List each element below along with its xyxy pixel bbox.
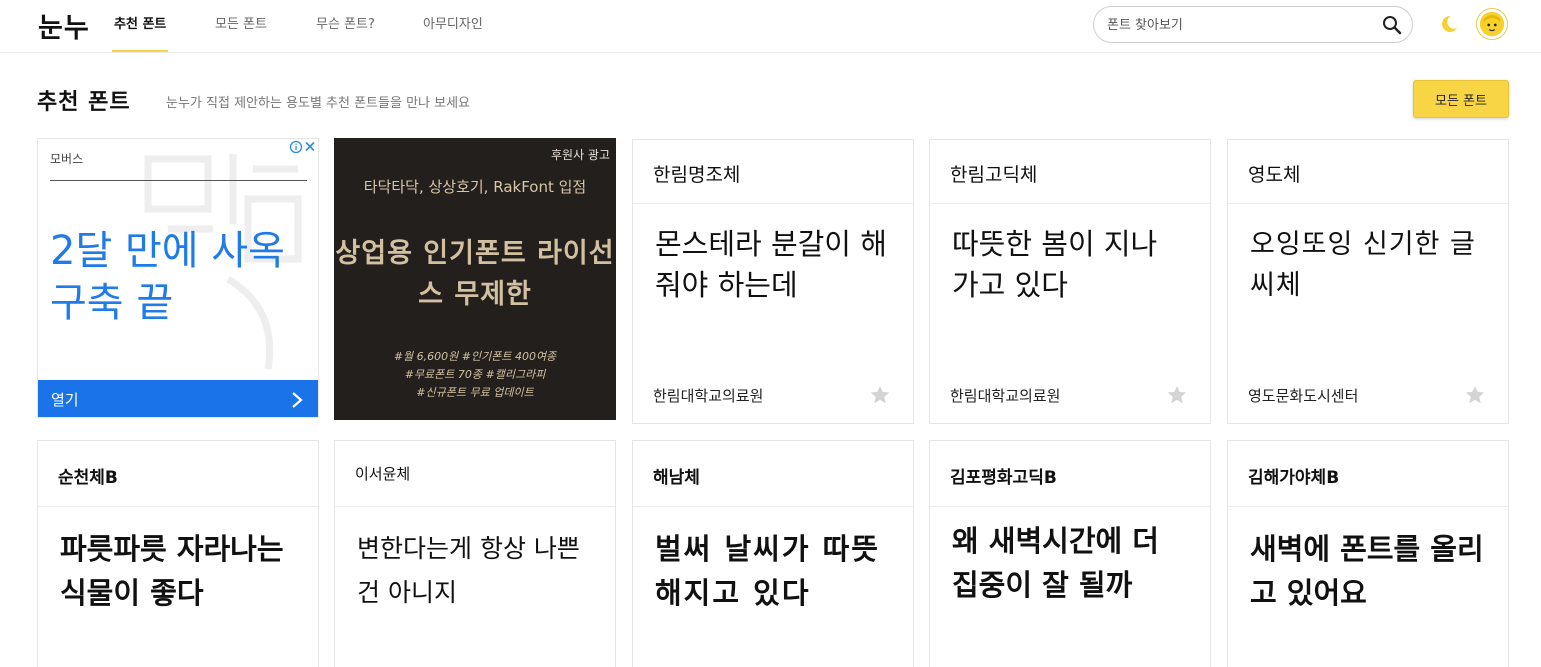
- google-ad-card[interactable]: 모버스 2달 만에 사옥 구축 끝 열기: [37, 138, 319, 418]
- sponsor-ad-tag-line: #신규폰트 무료 업데이트: [416, 386, 534, 399]
- sponsor-ad-headline: 상업용 인기폰트 라이선스 무제한: [335, 238, 615, 310]
- font-card-name[interactable]: 김해가야체B: [1248, 463, 1339, 488]
- font-card-sample: 파릇파릇 자라나는 식물이 좋다: [60, 532, 284, 610]
- star-icon[interactable]: [1166, 384, 1188, 406]
- ad-advertiser-label: 모버스: [50, 152, 84, 166]
- font-card-sample: 벌써 날씨가 따뜻해지고 있다: [655, 532, 880, 610]
- ad-open-label: 열기: [51, 391, 79, 409]
- ad-info-close-icon[interactable]: [288, 139, 318, 155]
- search-input[interactable]: [1107, 15, 1367, 35]
- font-card-name[interactable]: 영도체: [1248, 160, 1300, 187]
- font-card-hallym-myeongjo[interactable]: 한림명조체 몬스테라 분갈이 해줘야 하는데 한림대학교의료원: [632, 139, 914, 424]
- font-card-name[interactable]: 해남체: [653, 463, 700, 488]
- font-card-maker[interactable]: 한림대학교의료원: [950, 385, 1060, 406]
- font-card-maker[interactable]: 한림대학교의료원: [653, 385, 763, 406]
- ad-divider: [50, 180, 307, 181]
- moon-icon[interactable]: [1438, 13, 1460, 35]
- font-card-hallym-gothic[interactable]: 한림고딕체 따뜻한 봄이 지나 가고 있다 한림대학교의료원: [929, 139, 1211, 424]
- font-card-gimhae-gaya[interactable]: 김해가야체B 새벽에 폰트를 올리고 있어요: [1227, 440, 1509, 667]
- font-card-suncheon[interactable]: 순천체B 파릇파릇 자라나는 식물이 좋다: [37, 440, 319, 667]
- sponsor-ad-tags: #월 6,600원 #인기폰트 400여종 #무료폰트 70종 #캘리그라피 #…: [334, 348, 616, 402]
- avatar[interactable]: [1476, 8, 1508, 40]
- top-navigation-bar: 눈누 추천 폰트 모든 폰트 무슨 폰트? 아무디자인: [0, 0, 1541, 53]
- font-card-sample: 새벽에 폰트를 올리고 있어요: [1250, 532, 1484, 610]
- sponsor-ad-tagline: 타닥타닥, 상상호기, RakFont 입점: [363, 178, 587, 196]
- star-icon[interactable]: [869, 384, 891, 406]
- font-card-yeongdo[interactable]: 영도체 오잉또잉 신기한 글씨체 영도문화도시센터: [1227, 139, 1509, 424]
- section-subtitle: 눈누가 직접 제안하는 용도별 추천 폰트들을 만나 보세요: [166, 96, 471, 111]
- font-card-divider: [633, 506, 913, 507]
- section-title: 추천 폰트: [37, 90, 131, 115]
- font-card-name[interactable]: 한림고딕체: [950, 160, 1037, 187]
- sponsor-ad-tag-line: #월 6,600원 #인기폰트 400여종: [393, 350, 557, 363]
- font-card-sample: 몬스테라 분갈이 해줘야 하는데: [655, 227, 887, 302]
- logo[interactable]: 눈누: [38, 6, 90, 45]
- font-card-divider: [1228, 203, 1508, 204]
- font-card-name[interactable]: 김포평화고딕B: [950, 463, 1057, 488]
- all-fonts-button[interactable]: 모든 폰트: [1413, 80, 1509, 118]
- font-card-name[interactable]: 한림명조체: [653, 160, 740, 187]
- font-card-sample: 왜 새벽시간에 더 집중이 잘 될까: [952, 524, 1159, 602]
- sponsor-ad-card[interactable]: 후원사 광고 타닥타닥, 상상호기, RakFont 입점 상업용 인기폰트 라…: [334, 138, 616, 420]
- font-card-sample: 따뜻한 봄이 지나 가고 있다: [952, 227, 1158, 302]
- font-card-maker[interactable]: 영도문화도시센터: [1248, 385, 1358, 406]
- font-card-sample: 오잉또잉 신기한 글씨체: [1250, 229, 1476, 301]
- font-card-divider: [335, 506, 615, 507]
- font-card-name[interactable]: 순천체B: [58, 463, 118, 488]
- font-card-divider: [930, 506, 1210, 507]
- nav-all-fonts[interactable]: 모든 폰트: [215, 0, 267, 52]
- ad-open-button[interactable]: 열기: [38, 380, 318, 417]
- ad-headline[interactable]: 2달 만에 사옥 구축 끝: [50, 225, 312, 329]
- font-card-divider: [38, 506, 318, 507]
- font-card-iseoyun[interactable]: 이서윤체 변한다는게 항상 나쁜 건 아니지: [334, 440, 616, 667]
- font-card-gimpo-pyeonghwa[interactable]: 김포평화고딕B 왜 새벽시간에 더 집중이 잘 될까: [929, 440, 1211, 667]
- star-icon[interactable]: [1464, 384, 1486, 406]
- font-card-divider: [633, 203, 913, 204]
- search-box: [1093, 6, 1413, 43]
- font-card-divider: [930, 203, 1210, 204]
- nav-what-font[interactable]: 무슨 폰트?: [316, 0, 375, 52]
- search-icon[interactable]: [1381, 14, 1403, 36]
- font-card-haenam[interactable]: 해남체 벌써 날씨가 따뜻해지고 있다: [632, 440, 914, 667]
- sponsor-ad-tag-line: #무료폰트 70종 #캘리그라피: [404, 368, 546, 381]
- font-card-divider: [1228, 506, 1508, 507]
- nav-amudesign[interactable]: 아무디자인: [423, 0, 483, 52]
- sponsor-ad-badge: 후원사 광고: [550, 148, 610, 162]
- chevron-right-icon: [292, 392, 303, 408]
- font-card-sample: 변한다는게 항상 나쁜 건 아니지: [357, 534, 580, 607]
- nav-recommended-fonts[interactable]: 추천 폰트: [111, 0, 169, 52]
- font-card-name[interactable]: 이서윤체: [355, 463, 410, 484]
